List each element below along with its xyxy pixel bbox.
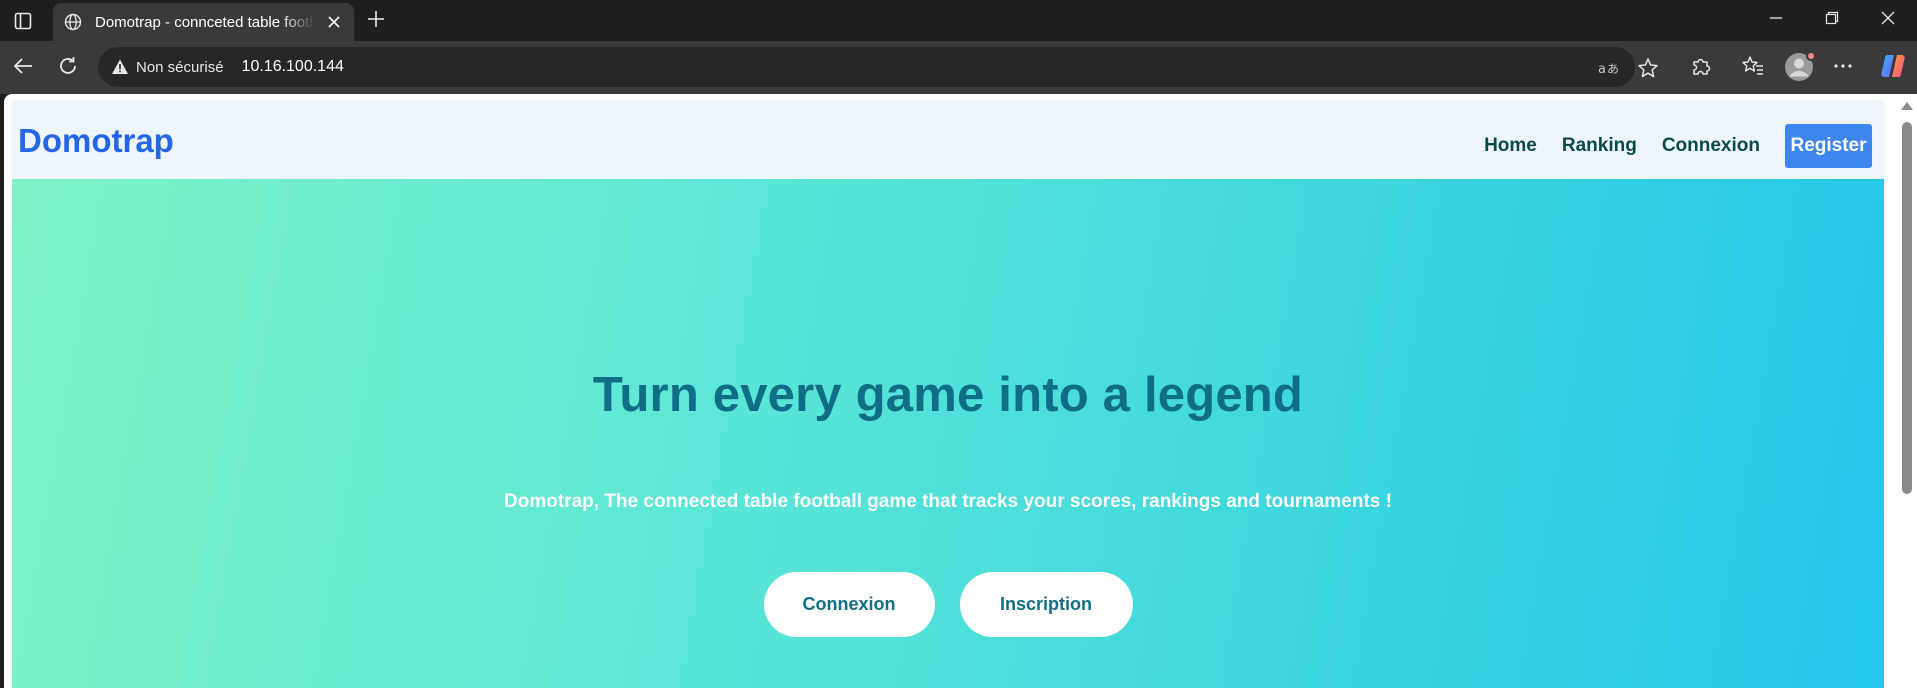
favorites-button[interactable]: [1736, 51, 1770, 85]
reload-button[interactable]: [51, 51, 85, 85]
star-icon[interactable]: [1636, 56, 1660, 80]
warning-icon[interactable]: [110, 57, 130, 77]
browser-tab[interactable]: Domotrap - connceted table football: [53, 3, 354, 41]
hero-buttons: Connexion Inscription: [12, 572, 1884, 637]
minimize-button[interactable]: [1748, 0, 1804, 41]
profile-button[interactable]: [1784, 51, 1816, 82]
scroll-thumb[interactable]: [1902, 122, 1912, 494]
hero-title: Turn every game into a legend: [592, 368, 1304, 422]
restore-icon: [1825, 11, 1839, 30]
back-arrow-icon: [12, 55, 34, 82]
notification-dot: [1806, 51, 1816, 61]
nav-home-link[interactable]: Home: [1484, 135, 1537, 157]
nav-links: Home Ranking Connexion Register: [1484, 124, 1884, 168]
favorites-icon: [1741, 55, 1765, 82]
tab-close-icon[interactable]: [324, 12, 344, 32]
tab-title: Domotrap - connceted table football: [95, 13, 315, 31]
tab-strip: Domotrap - connceted table football: [0, 0, 1917, 41]
back-button[interactable]: [6, 51, 40, 85]
hero-subtitle: Domotrap, The connected table football g…: [504, 491, 1392, 512]
close-icon: [1881, 11, 1895, 30]
restore-button[interactable]: [1804, 0, 1860, 41]
page-scrollbar[interactable]: [1896, 94, 1917, 688]
svg-text:a: a: [1598, 62, 1606, 77]
site-logo[interactable]: Domotrap: [18, 122, 174, 160]
svg-text:あ: あ: [1607, 62, 1619, 76]
site-navbar: Domotrap Home Ranking Connexion Register: [12, 100, 1884, 179]
minimize-icon: [1769, 11, 1783, 30]
globe-icon: [63, 12, 83, 32]
url-text[interactable]: 10.16.100.144: [242, 58, 344, 76]
hero-section: Turn every game into a legend Domotrap, …: [12, 179, 1884, 688]
copilot-button[interactable]: [1876, 51, 1910, 85]
avatar-icon: [1784, 53, 1814, 86]
browser-toolbar: Non sécurisé 10.16.100.144 aあ: [0, 41, 1917, 94]
address-bar[interactable]: Non sécurisé 10.16.100.144 aあ: [98, 47, 1658, 87]
new-tab-button[interactable]: [362, 7, 390, 35]
tab-actions-icon[interactable]: [8, 6, 38, 36]
copilot-icon: [1879, 52, 1907, 85]
nav-register-button[interactable]: Register: [1785, 124, 1872, 168]
translate-icon[interactable]: aあ: [1598, 56, 1622, 80]
hero-signup-button[interactable]: Inscription: [959, 572, 1133, 637]
plus-icon: [367, 10, 385, 33]
extensions-button[interactable]: [1684, 51, 1718, 85]
nav-ranking-link[interactable]: Ranking: [1562, 135, 1637, 157]
page-viewport: Domotrap Home Ranking Connexion Register…: [4, 94, 1896, 688]
scroll-up-arrow-icon[interactable]: [1901, 102, 1913, 110]
security-label[interactable]: Non sécurisé: [136, 59, 224, 76]
more-button[interactable]: [1826, 51, 1860, 85]
hero-login-button[interactable]: Connexion: [763, 572, 935, 637]
reload-icon: [57, 55, 79, 82]
puzzle-icon: [1690, 55, 1712, 82]
more-icon: [1832, 55, 1854, 82]
nav-login-link[interactable]: Connexion: [1662, 135, 1760, 157]
close-window-button[interactable]: [1860, 0, 1916, 41]
